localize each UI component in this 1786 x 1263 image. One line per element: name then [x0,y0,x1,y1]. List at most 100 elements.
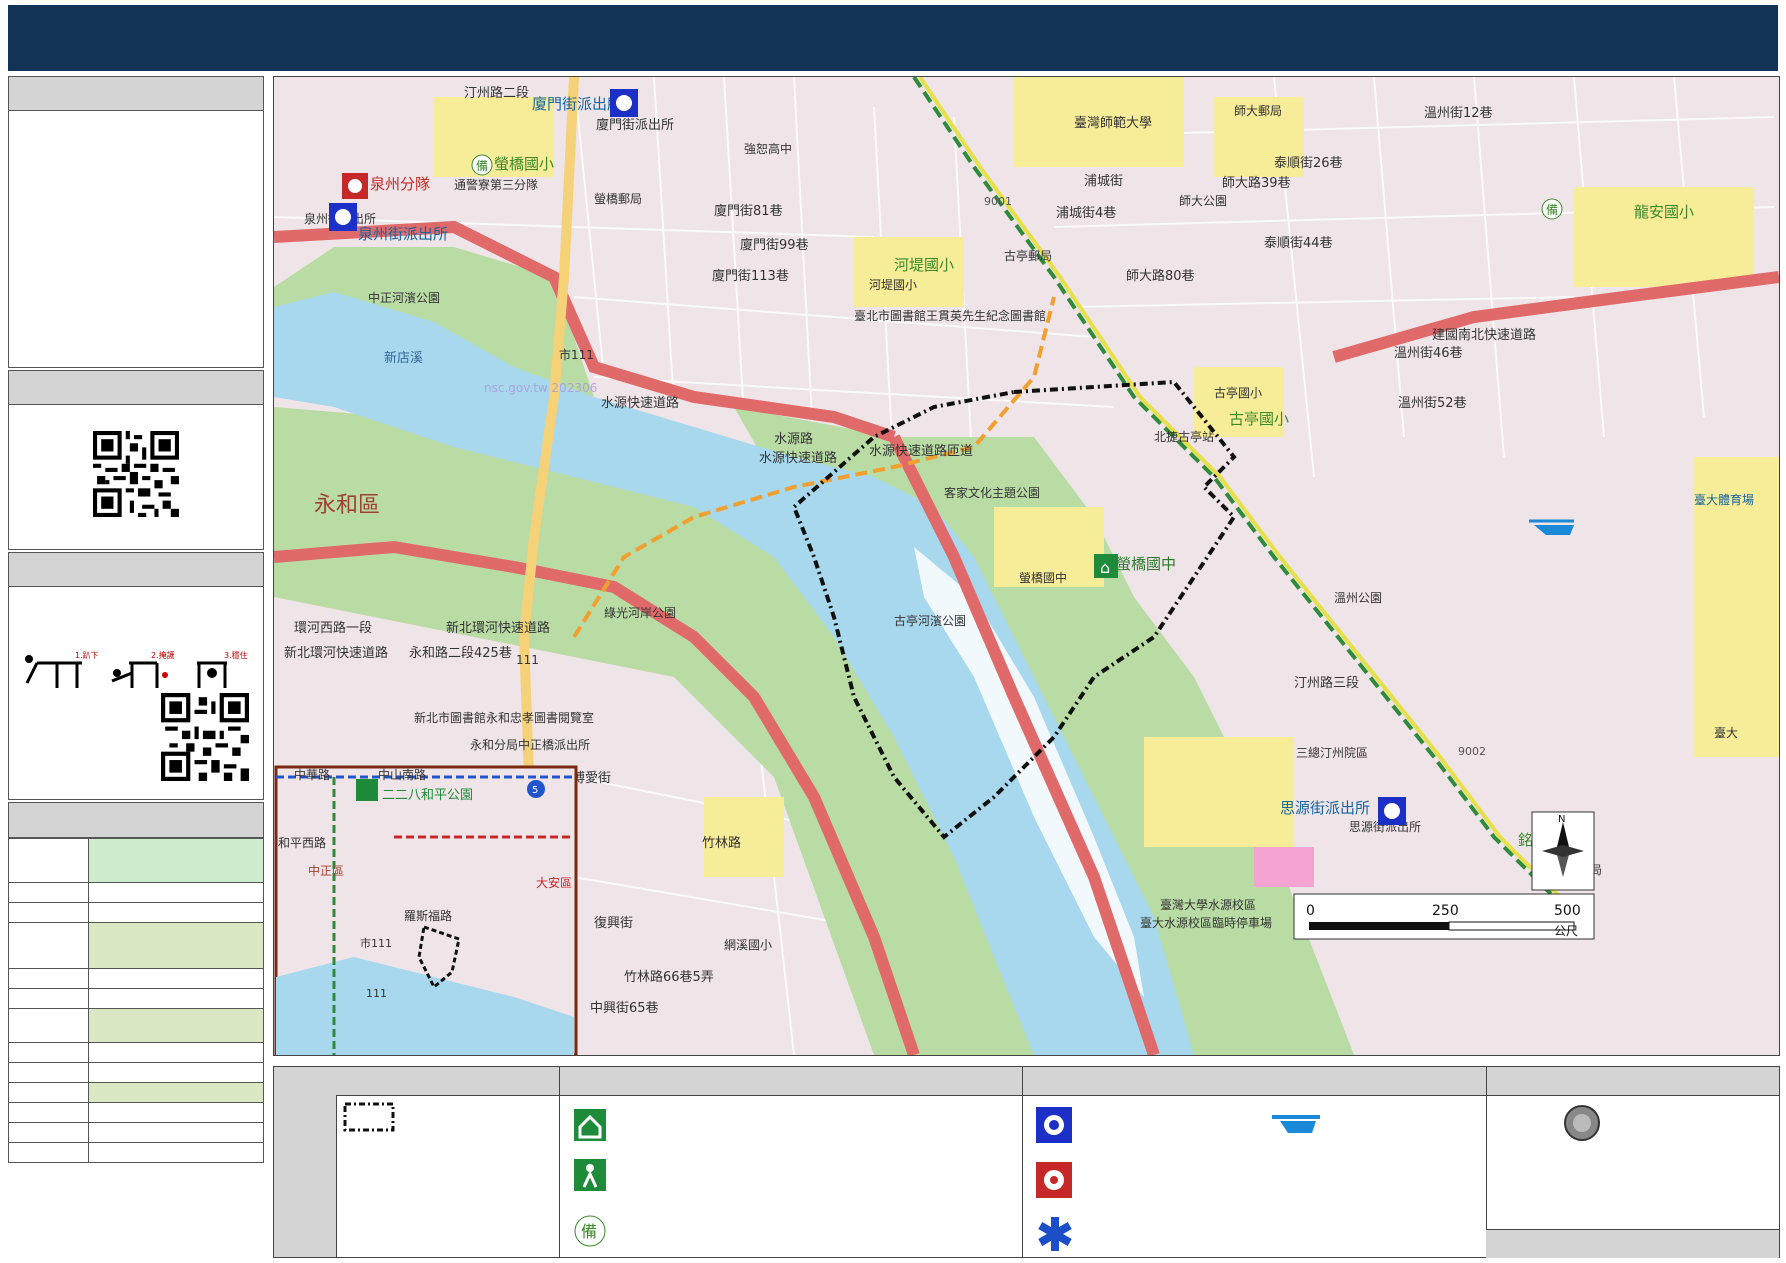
table-cell [8,902,89,923]
place-label: 龍安國小 [1634,203,1694,221]
table-cell-olive [88,1082,264,1103]
place-label: 螢橋國中 [1019,570,1067,585]
inset-label: 二二八和平公園 [382,788,473,803]
medical-legend-icon [1038,1217,1072,1251]
place-label: 泉州街派出所 [358,225,448,243]
drill-qr-code[interactable] [161,693,249,781]
place-label: 廈門街派出所 [532,95,622,113]
district-label: 永和區 [314,493,380,518]
table-cell [88,882,264,903]
drill-panel-header [9,553,263,587]
table-cell-olive [88,922,264,969]
place-label: 綠光河岸公園 [604,606,676,620]
road-label: 浦城街4巷 [1056,206,1116,221]
road-label: 溫州街52巷 [1398,396,1467,411]
north-label: N [1558,814,1565,825]
boundary-legend-icon [343,1102,395,1132]
table-cell [8,1102,89,1123]
helicopter-legend-icon [1272,1115,1320,1133]
inset-label: 羅斯福路 [404,908,452,923]
road-label: 泰順街26巷 [1274,156,1343,171]
road-label: 建國南北快速道路 [1432,327,1536,343]
road-label: 廈門街113巷 [712,268,789,284]
place-label: 三總汀州院區 [1296,745,1368,760]
drill-panel: 1.趴下 2.掩護 3.穩住 [8,552,264,800]
qr-panel [8,370,264,550]
place-label: 廈門街派出所 [596,117,674,133]
table-cell [8,922,89,969]
svg-text:備: 備 [476,158,488,173]
road-label: 水源快速道路 [601,395,679,411]
table-cell [8,988,89,1009]
place-label: 河堤國小 [869,278,917,292]
scale-bar: 0 250 500 公尺 [1293,893,1595,940]
svg-text:備: 備 [581,1222,597,1241]
road-label: 汀州路二段 [464,85,529,101]
road-label: 新北環河快速道路 [284,645,388,661]
backup-legend-icon: 備 [574,1215,606,1247]
main-map[interactable]: 永和區 nsc.gov.tw 202306 新店溪 廈門街派出所 廈門街派出所 … [273,76,1780,1056]
table-cell [8,882,89,903]
park-legend-icon [574,1159,606,1191]
table-cell-green [88,838,264,883]
road-label: 師大路39巷 [1222,175,1291,191]
police-station-icon[interactable] [1378,797,1406,825]
shelter-icon[interactable]: ⌂ [1094,554,1118,578]
legend-divider [1022,1067,1023,1257]
info-table [8,838,264,1163]
qr-panel-header [9,371,263,405]
table-cell [88,1122,264,1143]
legend-footer-cell [1486,1229,1779,1258]
place-label: 新北市圖書館永和忠孝圖書閱覽室 [414,710,594,725]
police-station-icon[interactable] [610,89,638,117]
place-label: 師大公園 [1179,194,1227,208]
table-cell [8,1082,89,1103]
table-cell [88,1042,264,1063]
place-label: 通警寮第三分隊 [454,177,538,192]
road-label: 竹林路66巷5弄 [624,969,714,985]
place-label: 臺大水源校區臨時停車場 [1140,915,1272,930]
road-label: 溫州街12巷 [1424,106,1493,121]
info-panel-header [9,77,263,111]
road-label: 廈門街81巷 [714,203,783,219]
road-label: 博愛街 [572,771,611,786]
legend-header-row [336,1067,1779,1096]
police-station-icon[interactable] [329,203,357,231]
legend-panel: 備 [273,1066,1780,1258]
place-label: 螢橋國中 [1116,555,1176,573]
table-cell [88,988,264,1009]
table-cell [8,1062,89,1083]
north-arrow-icon: N [1531,811,1595,891]
place-label: 臺灣師範大學 [1074,116,1152,131]
place-label: 臺北市圖書館王貫英先生紀念圖書館 [854,308,1046,323]
table-cell [8,968,89,989]
table-cell [8,1042,89,1063]
road-label: 9001 [984,195,1012,208]
fire-station-icon[interactable] [342,173,368,199]
place-label: 臺灣大學水源校區 [1160,897,1256,912]
table-panel-header [8,802,264,838]
place-label: 中正河濱公園 [368,290,440,305]
table-cell [8,838,89,883]
title-banner [8,5,1778,71]
inset-label: 5 [532,785,538,796]
inset-label: 市111 [360,936,392,950]
longan-block [1574,187,1754,287]
place-label: 螢橋郵局 [594,192,642,206]
road-label: 泰順街44巷 [1264,236,1333,251]
qr-code[interactable] [93,431,179,517]
road-label: 復興街 [594,915,633,931]
place-label: 客家文化主題公園 [944,485,1040,500]
road-label: 溫州街46巷 [1394,346,1463,361]
pink-block [1254,847,1314,887]
inset-label: 大安區 [536,875,572,890]
road-label: 水源快速道路匝道 [869,443,973,459]
place-label: 臺大 [1714,725,1738,740]
inset-label: 和平西路 [278,835,326,850]
place-label: 臺大體育場 [1694,492,1754,507]
inset-label: 中正區 [308,863,344,878]
road-label: 水源快速道路 [759,450,837,466]
road-label: 師大路80巷 [1126,268,1195,284]
scale-tick-0: 0 [1306,903,1315,919]
ntu-shuiyuan-block [1144,737,1294,847]
